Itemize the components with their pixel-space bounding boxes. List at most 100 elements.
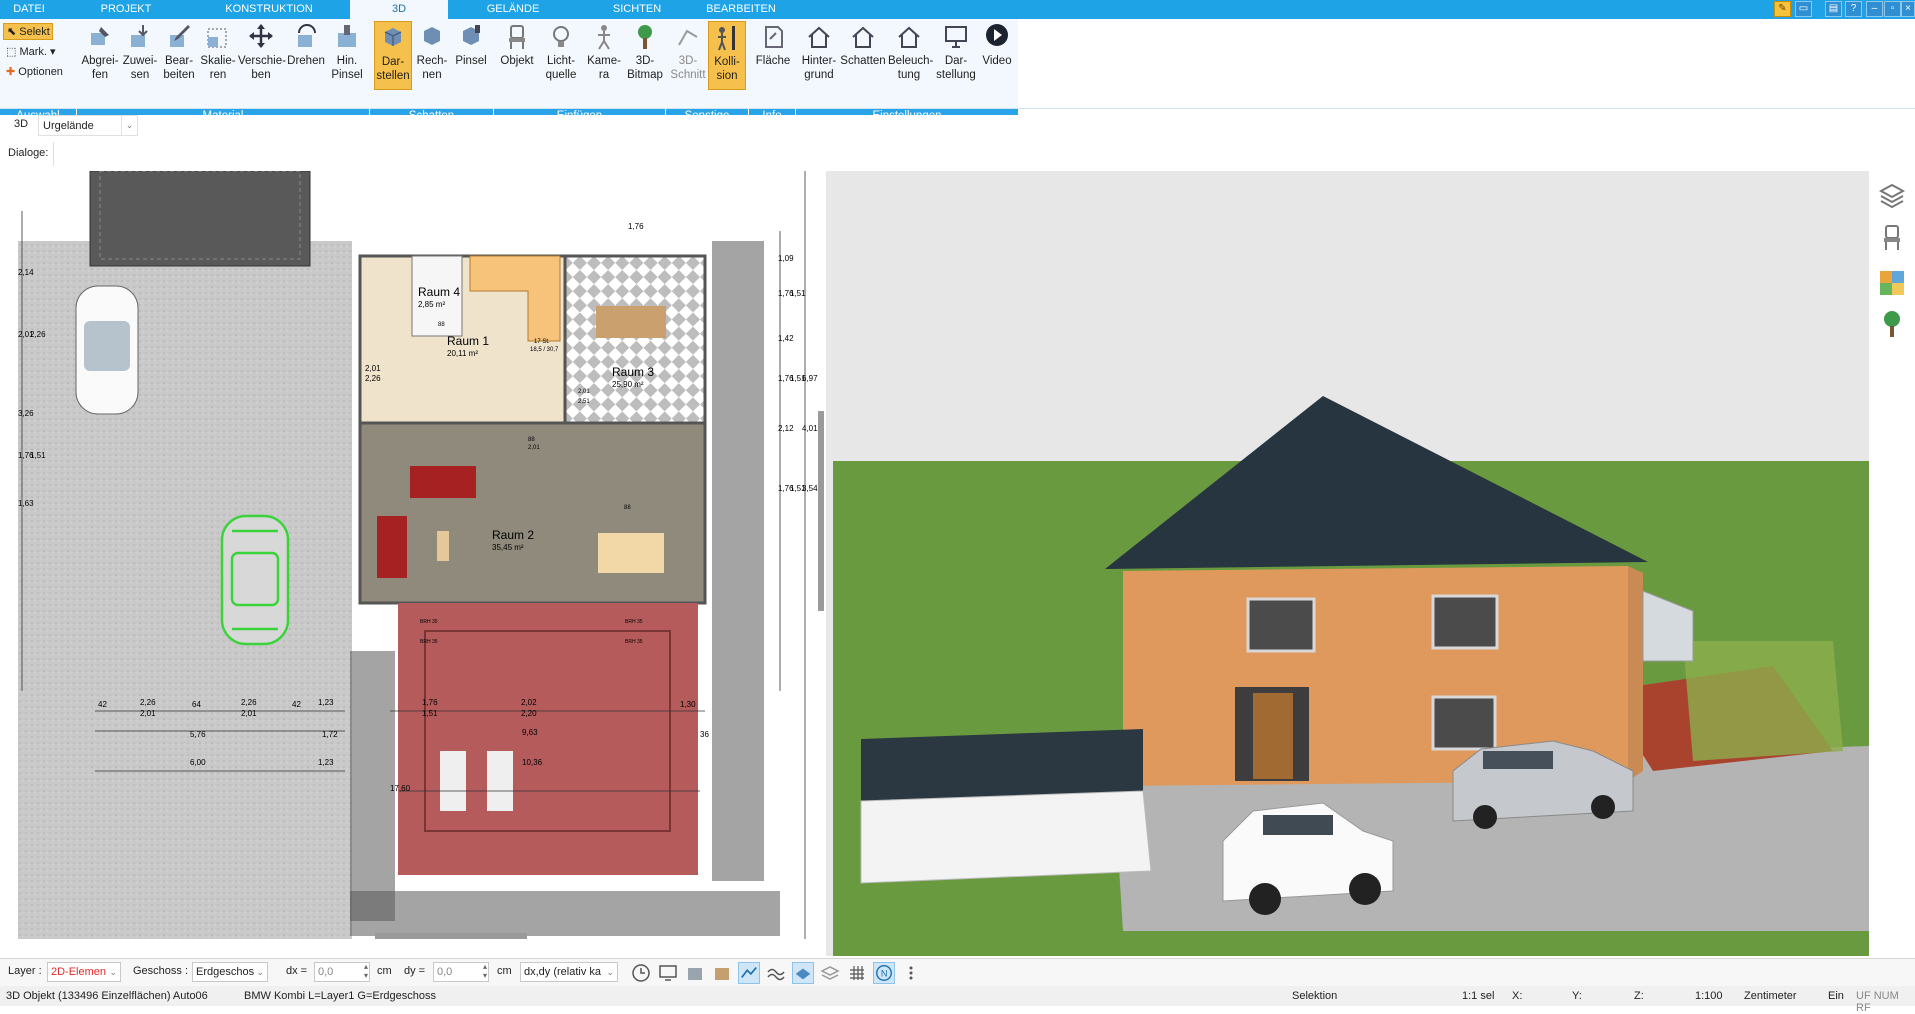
chair-catalog-icon[interactable] [1878,223,1906,253]
minimize-icon[interactable]: – [1866,1,1883,17]
white-car[interactable] [75,285,139,415]
status-bar: 3D Objekt (133496 Einzelflächen) Auto06 … [0,986,1915,1014]
room-1-name: Raum 1 [447,334,489,348]
horizontal-scrollbar[interactable] [375,933,527,939]
cube-brush-icon [463,25,480,45]
paint-icon[interactable] [711,962,733,984]
hedge-bottom [350,891,780,936]
dy-input[interactable]: 0,0 ▴ ▾ [433,962,489,982]
lounger-1[interactable] [440,751,466,811]
dim-bottom-13: 5,76 [190,730,206,739]
pick-material-button[interactable]: Abgrei- fen [80,21,120,90]
misc-9: 88 [624,505,631,511]
armchair[interactable] [377,516,407,578]
scale-material-button[interactable]: Skalie- ren [199,21,237,90]
spinner-icon[interactable]: ▴ ▾ [483,962,487,980]
layers-small-icon[interactable] [819,962,841,984]
dim-door-0: 2,01 [365,364,381,373]
materials-icon[interactable] [1878,267,1906,297]
show-shadows-button[interactable]: Dar- stellen [374,21,412,90]
tab-datei[interactable]: DATEI [0,0,58,19]
mark-button[interactable]: ⬚ Mark. ▾ [3,44,73,61]
background-button[interactable]: Hinter- grund [800,21,838,90]
dining-table[interactable] [596,306,666,338]
coordinate-mode-select[interactable]: dx,dy (relativ ka ⌄ [520,962,618,982]
help-icon[interactable]: ? [1845,1,1862,17]
floor-plan-canvas: Raum 4 2,85 m² Raum 1 20,11 m² Raum 3 25… [18,171,824,939]
select-button[interactable]: ⬉ Selekt [3,23,53,40]
move-material-button[interactable]: Verschie- ben [238,21,286,90]
tab-bearbeiten[interactable]: BEARBEITEN [697,0,785,19]
sofa[interactable] [410,466,476,498]
tab-projekt[interactable]: PROJEKT [86,0,166,19]
display-settings-button[interactable]: Dar- stellung [934,21,978,90]
selected-car[interactable] [220,514,290,646]
maximize-icon[interactable]: ▫ [1884,1,1901,17]
tab-gelaende[interactable]: GELÄNDE [470,0,556,19]
layer-select[interactable]: 2D-Elemen ⌄ [47,962,121,982]
insert-camera-button[interactable]: Kame- ra [584,21,624,90]
mode-label: 3D [14,118,29,130]
lounger-2[interactable] [487,751,513,811]
tab-3d[interactable]: 3D [350,0,448,19]
section-3d-button[interactable]: 3D- Schnitt [670,21,706,90]
mark-icon: ⬚ [6,46,17,58]
floor-plan-view[interactable]: Raum 4 2,85 m² Raum 1 20,11 m² Raum 3 25… [0,171,826,939]
room-2-name: Raum 2 [492,528,534,542]
terrain-select[interactable]: Urgelände ⌄ [38,115,138,136]
spinner-icon[interactable]: ▴ ▾ [364,962,368,980]
lighting-button[interactable]: Beleuch- tung [888,21,933,90]
ribbon-divider [0,108,1915,109]
insert-3d-bitmap-button[interactable]: 3D- Bitmap [624,21,666,90]
vertical-scrollbar[interactable] [818,411,824,611]
tab-sichten[interactable]: SICHTEN [597,0,677,19]
tab-konstruktion[interactable]: KONSTRUKTION [214,0,324,19]
dim-bottom-10: 2,02 [521,698,537,707]
options-button[interactable]: ✚ Optionen [3,64,78,81]
plants-icon[interactable] [1878,309,1906,339]
dim-right-10: 6,97 [802,374,818,383]
area-button[interactable]: Fläche [752,21,794,90]
cube-compute-icon [424,27,440,45]
surface-icon[interactable] [792,962,814,984]
grid-icon[interactable] [846,962,868,984]
dx-input[interactable]: 0,0 ▴ ▾ [314,962,370,982]
collision-button[interactable]: Kolli- sion [708,21,746,90]
layout-icon[interactable]: ▤ [1825,1,1842,17]
close-icon[interactable]: × [1901,1,1915,17]
compute-shadows-button[interactable]: Rech- nen [413,21,451,90]
table[interactable] [598,533,664,573]
video-button[interactable]: Video [980,21,1014,90]
status-x: X: [1512,990,1523,1002]
shadow-settings-button[interactable]: Schatten [840,21,886,90]
floor-select[interactable]: Erdgeschos ⌄ [192,962,268,982]
clock-icon[interactable] [630,962,652,984]
split-handle[interactable] [826,171,833,956]
wave-icon[interactable] [765,962,787,984]
insert-object-button[interactable]: Objekt [497,21,537,90]
background-brush-button[interactable]: Hin. Pinsel [327,21,367,90]
objects-icon[interactable] [684,962,706,984]
shadow-brush-button[interactable]: Pinsel [452,21,490,90]
dim-bottom-3: 64 [192,700,201,709]
layers-icon[interactable] [1878,181,1906,211]
edit-material-button[interactable]: Bear- beiten [160,21,198,90]
3d-view[interactable] [833,171,1869,956]
assign-material-button[interactable]: Zuwei- sen [121,21,159,90]
window-icon[interactable]: ▭ [1795,1,1812,17]
north-icon[interactable]: N [873,962,895,984]
insert-light-button[interactable]: Licht- quelle [540,21,582,90]
screen-icon[interactable] [657,962,679,984]
dim-right-11: 4,01 [802,424,818,433]
dx-value: 0,0 [318,966,334,978]
tools-icon[interactable]: ✎ [1774,1,1791,17]
chevron-down-icon: ⌄ [121,116,137,135]
dim-top: 1,76 [628,222,644,231]
window-1 [1246,597,1316,653]
coordinate-mode-value: dx,dy (relativ ka [524,966,602,978]
dim-left-6: 1,63 [18,499,34,508]
terrain-line-icon[interactable] [738,962,760,984]
more-options-icon[interactable] [900,962,922,984]
rotate-material-button[interactable]: Drehen [286,21,326,90]
dim-bottom-16: 1,23 [318,758,334,767]
